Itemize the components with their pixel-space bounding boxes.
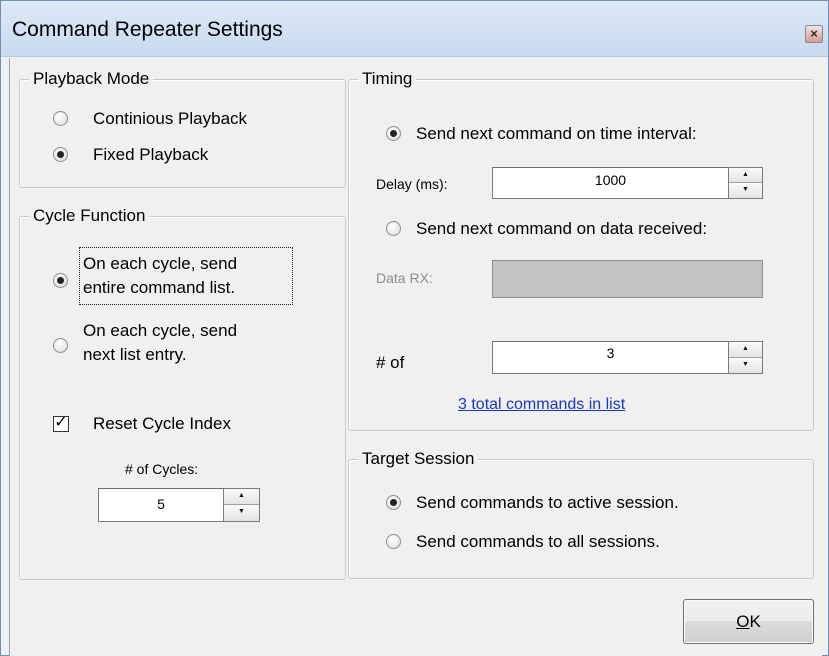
spin-down-icon[interactable]: ▼ bbox=[224, 505, 259, 521]
num-of-spinner[interactable]: ▲ ▼ bbox=[728, 341, 763, 374]
target-session-group: Target Session bbox=[348, 448, 814, 579]
delay-label: Delay (ms): bbox=[376, 176, 448, 192]
spin-down-icon[interactable]: ▼ bbox=[729, 183, 762, 198]
spin-up-icon[interactable]: ▲ bbox=[729, 168, 762, 183]
num-cycles-value: 5 bbox=[157, 496, 165, 512]
close-button[interactable]: × bbox=[805, 25, 823, 43]
spin-down-icon[interactable]: ▼ bbox=[729, 357, 762, 373]
continious-playback-label[interactable]: Continious Playback bbox=[93, 109, 247, 129]
time-interval-label[interactable]: Send next command on time interval: bbox=[416, 124, 697, 144]
reset-cycle-index-checkbox[interactable]: ✓ bbox=[53, 414, 69, 432]
timing-title: Timing bbox=[358, 68, 417, 90]
ok-label-rest: K bbox=[749, 612, 761, 631]
time-interval-radio[interactable] bbox=[386, 126, 401, 141]
active-session-label[interactable]: Send commands to active session. bbox=[416, 493, 679, 513]
playback-mode-group: Playback Mode bbox=[19, 68, 346, 188]
send-entire-list-radio[interactable] bbox=[53, 273, 68, 288]
num-cycles-input[interactable]: 5 bbox=[98, 488, 224, 522]
playback-mode-title: Playback Mode bbox=[29, 68, 154, 90]
cycle-function-title: Cycle Function bbox=[29, 205, 150, 227]
all-sessions-radio[interactable] bbox=[386, 534, 401, 549]
num-cycles-label: # of Cycles: bbox=[125, 461, 199, 477]
ok-button[interactable]: OK bbox=[683, 599, 814, 644]
checkmark-icon: ✓ bbox=[54, 414, 68, 431]
data-received-radio[interactable] bbox=[386, 221, 401, 236]
continious-playback-radio[interactable] bbox=[53, 111, 68, 126]
num-cycles-spinner[interactable]: ▲ ▼ bbox=[223, 488, 260, 522]
ok-mnemonic: O bbox=[736, 612, 750, 631]
num-of-input[interactable]: 3 bbox=[492, 341, 729, 374]
num-of-value: 3 bbox=[606, 345, 615, 361]
spin-up-icon[interactable]: ▲ bbox=[224, 489, 259, 505]
send-next-entry-label-line1[interactable]: On each cycle, send bbox=[83, 321, 237, 341]
data-received-label[interactable]: Send next command on data received: bbox=[416, 219, 707, 239]
fixed-playback-radio[interactable] bbox=[53, 147, 68, 162]
num-of-label: # of bbox=[376, 353, 405, 372]
spin-up-icon[interactable]: ▲ bbox=[729, 342, 762, 358]
reset-cycle-index-label[interactable]: Reset Cycle Index bbox=[93, 414, 231, 434]
title-bar[interactable]: Command Repeater Settings × bbox=[1, 1, 828, 57]
send-next-entry-radio[interactable] bbox=[53, 338, 68, 353]
window-title: Command Repeater Settings bbox=[12, 18, 283, 41]
send-entire-list-label-line1[interactable]: On each cycle, send bbox=[83, 254, 237, 274]
data-rx-label: Data RX: bbox=[376, 270, 433, 286]
active-session-radio[interactable] bbox=[386, 495, 401, 510]
data-rx-field bbox=[492, 260, 763, 298]
send-entire-list-label-line2[interactable]: entire command list. bbox=[83, 278, 235, 298]
dialog-client-area: Playback Mode Continious Playback Fixed … bbox=[9, 58, 822, 656]
delay-spinner[interactable]: ▲ ▼ bbox=[728, 167, 763, 199]
total-commands-link[interactable]: 3 total commands in list bbox=[458, 396, 625, 414]
settings-dialog: Command Repeater Settings × Playback Mod… bbox=[0, 0, 829, 656]
send-next-entry-label-line2[interactable]: next list entry. bbox=[83, 345, 187, 365]
fixed-playback-label[interactable]: Fixed Playback bbox=[93, 145, 208, 165]
delay-value: 1000 bbox=[594, 172, 627, 188]
target-session-title: Target Session bbox=[358, 448, 479, 470]
delay-input[interactable]: 1000 bbox=[492, 167, 729, 199]
close-icon: × bbox=[810, 26, 818, 41]
all-sessions-label[interactable]: Send commands to all sessions. bbox=[416, 532, 660, 552]
